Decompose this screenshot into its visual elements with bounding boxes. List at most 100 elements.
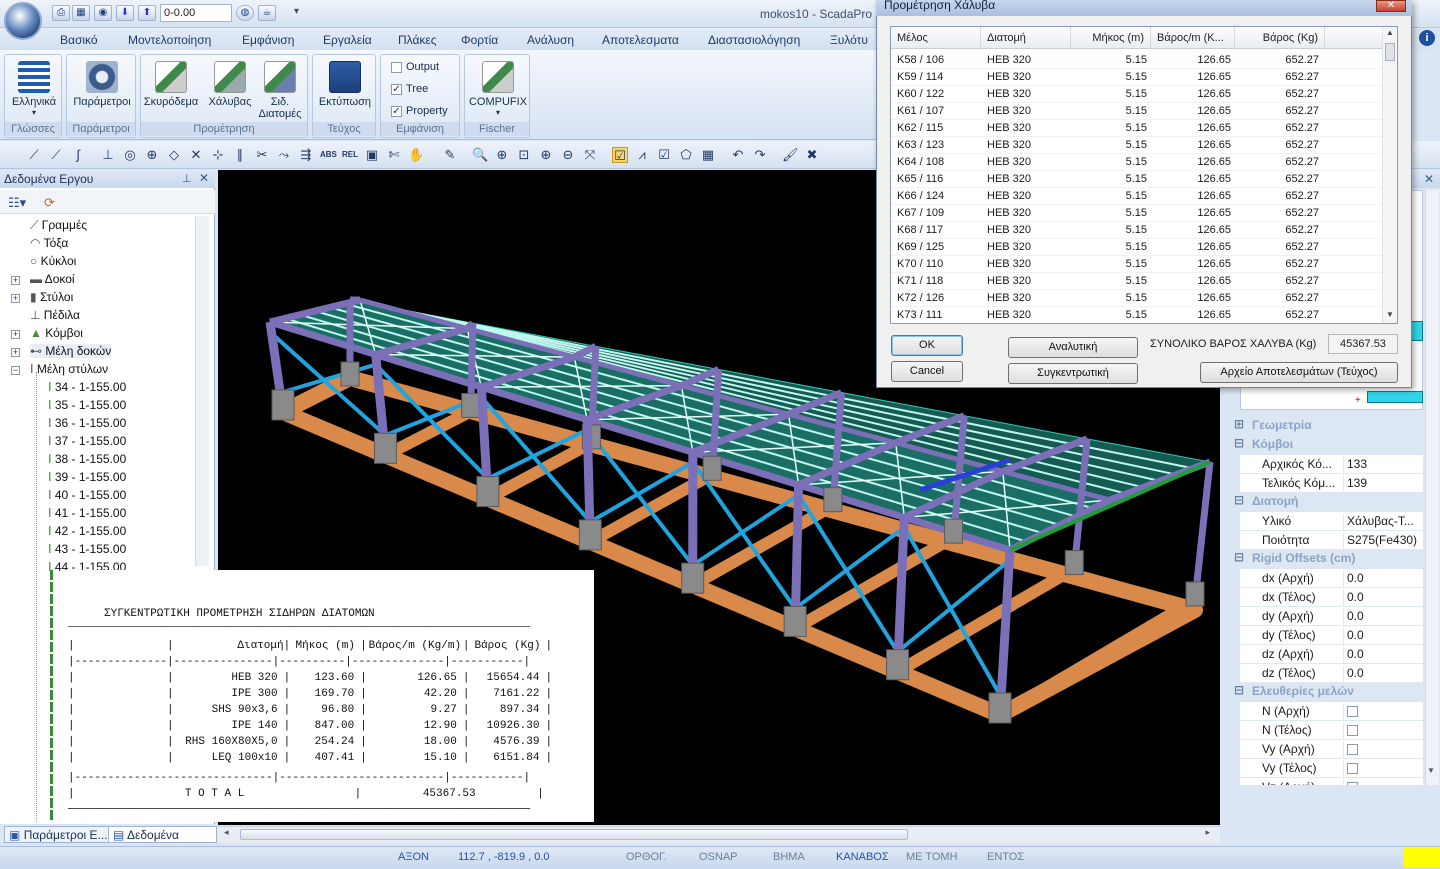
release-checkbox[interactable]	[1343, 704, 1358, 721]
steel-member-row[interactable]: K59 / 114 HEB 320 5.15 126.65 652.27	[891, 69, 1383, 86]
steel-member-row[interactable]: K66 / 124 HEB 320 5.15 126.65 652.27	[891, 188, 1383, 205]
status-axis[interactable]: ΑΞΟΝ	[398, 851, 429, 863]
property-row[interactable]: Αρχικός Κό... 133	[1240, 455, 1423, 474]
release-checkbox[interactable]	[1343, 761, 1358, 778]
steel-members-grid[interactable]: Μέλος Διατομή Μήκος (m) Βάρος/m (K... Βά…	[890, 26, 1398, 324]
property-row[interactable]: Υλικό Χάλυβας-Τ...	[1240, 512, 1423, 531]
release-check-state[interactable]	[1347, 782, 1358, 785]
status-step[interactable]: ΒΗΜΑ	[773, 851, 805, 863]
steel-member-row[interactable]: K73 / 111 HEB 320 5.15 126.65 652.27	[891, 307, 1383, 323]
release-check-state[interactable]	[1347, 744, 1358, 755]
steel-member-row[interactable]: K71 / 118 HEB 320 5.15 126.65 652.27	[891, 273, 1383, 290]
analytic-button[interactable]: Αναλυτική	[1008, 337, 1138, 358]
cell-section: HEB 320	[987, 292, 1032, 304]
category-toggle-icon[interactable]: ⊟	[1234, 550, 1244, 564]
steel-member-row[interactable]: K72 / 126 HEB 320 5.15 126.65 652.27	[891, 290, 1383, 307]
tab-project-data[interactable]: ▤ Δεδομένα Εργ...	[108, 826, 217, 858]
tab-project-parameters[interactable]: ▣ Παράμετροι Ε...	[4, 826, 113, 843]
steel-member-row[interactable]: K58 / 106 HEB 320 5.15 126.65 652.27	[891, 52, 1383, 69]
cancel-button[interactable]: Cancel	[891, 361, 963, 382]
release-row[interactable]: N (Αρχή)	[1240, 702, 1423, 721]
column-member[interactable]: Μέλος	[891, 27, 981, 49]
property-value[interactable]: 0.0	[1343, 590, 1364, 607]
scroll-thumb[interactable]	[240, 829, 908, 840]
property-row[interactable]: Τελικός Κόμ... 139	[1240, 474, 1423, 493]
steel-member-row[interactable]: K61 / 107 HEB 320 5.15 126.65 652.27	[891, 103, 1383, 120]
release-row[interactable]: Vy (Τέλος)	[1240, 759, 1423, 778]
steel-member-row[interactable]: K67 / 109 HEB 320 5.15 126.65 652.27	[891, 205, 1383, 222]
property-category[interactable]: ⊟ Rigid Offsets (cm)	[1234, 550, 1423, 568]
status-grid[interactable]: ΚΑΝΑΒΟΣ	[836, 851, 889, 863]
release-check-state[interactable]	[1347, 725, 1358, 736]
release-row[interactable]: Vy (Αρχή)	[1240, 740, 1423, 759]
steel-member-row[interactable]: K70 / 110 HEB 320 5.15 126.65 652.27	[891, 256, 1383, 273]
property-row[interactable]: dy (Αρχή) 0.0	[1240, 607, 1423, 626]
property-value[interactable]: 0.0	[1343, 647, 1364, 664]
column-weight[interactable]: Βάρος (Kg)	[1235, 27, 1325, 49]
steel-member-row[interactable]: K68 / 117 HEB 320 5.15 126.65 652.27	[891, 222, 1383, 239]
property-row[interactable]: dz (Τέλος) 0.0	[1240, 664, 1423, 683]
cell-member: K65 / 116	[897, 173, 944, 185]
release-check-state[interactable]	[1347, 763, 1358, 774]
scroll-left-icon[interactable]: ◂	[224, 827, 229, 838]
cell-member: K72 / 126	[897, 292, 945, 304]
property-row[interactable]: dx (Τέλος) 0.0	[1240, 588, 1423, 607]
release-checkbox[interactable]	[1343, 723, 1358, 740]
status-inside[interactable]: ΕΝΤΟΣ	[987, 851, 1024, 863]
property-value[interactable]: 0.0	[1343, 666, 1364, 683]
release-key: Vy (Τέλος)	[1262, 761, 1317, 775]
steel-member-row[interactable]: K69 / 125 HEB 320 5.15 126.65 652.27	[891, 239, 1383, 256]
cell-length: 5.15	[1125, 156, 1147, 168]
release-checkbox[interactable]	[1343, 742, 1358, 759]
steel-member-row[interactable]: K64 / 108 HEB 320 5.15 126.65 652.27	[891, 154, 1383, 171]
steel-member-row[interactable]: K63 / 123 HEB 320 5.15 126.65 652.27	[891, 137, 1383, 154]
release-row[interactable]: Vz (Αρχή)	[1240, 778, 1423, 785]
column-length[interactable]: Μήκος (m)	[1071, 27, 1151, 49]
property-row[interactable]: dy (Τέλος) 0.0	[1240, 626, 1423, 645]
property-row[interactable]: Ποιότητα S275(Fe430)	[1240, 531, 1423, 550]
property-category[interactable]: ⊟ Διατομή	[1234, 493, 1423, 511]
export-report-button[interactable]: Αρχείο Αποτελεσμάτων (Τεύχος)	[1200, 362, 1398, 383]
steel-member-row[interactable]: K65 / 116 HEB 320 5.15 126.65 652.27	[891, 171, 1383, 188]
category-toggle-icon[interactable]: ⊟	[1234, 436, 1244, 450]
property-value[interactable]: 0.0	[1343, 609, 1364, 626]
property-value[interactable]: 0.0	[1343, 628, 1364, 645]
grid-scroll-up-icon[interactable]: ▲	[1386, 28, 1394, 37]
dialog-close-button[interactable]: ✕	[1376, 0, 1406, 12]
column-section[interactable]: Διατομή	[981, 27, 1071, 49]
property-value[interactable]: 139	[1343, 476, 1367, 493]
release-check-state[interactable]	[1347, 706, 1358, 717]
steel-member-row[interactable]: K62 / 115 HEB 320 5.15 126.65 652.27	[891, 120, 1383, 137]
property-category[interactable]: ⊞ Γεωμετρία	[1234, 417, 1423, 435]
status-intersect[interactable]: ΜΕ ΤΟΜΗ	[906, 851, 958, 863]
grid-scroll-thumb[interactable]	[1385, 43, 1395, 61]
status-osnap[interactable]: OSNAP	[699, 851, 738, 863]
category-toggle-icon[interactable]: ⊞	[1234, 417, 1244, 431]
property-value[interactable]: Χάλυβας-Τ...	[1343, 514, 1414, 531]
property-value[interactable]: 0.0	[1343, 571, 1364, 588]
release-checkbox[interactable]	[1343, 780, 1358, 785]
release-row[interactable]: N (Τέλος)	[1240, 721, 1423, 740]
category-toggle-icon[interactable]: ⊟	[1234, 493, 1244, 507]
property-row[interactable]: dz (Αρχή) 0.0	[1240, 645, 1423, 664]
column-weight-per-m[interactable]: Βάρος/m (K...	[1151, 27, 1235, 49]
summary-button[interactable]: Συγκεντρωτική	[1008, 363, 1138, 384]
property-category[interactable]: ⊟ Κόμβοι	[1234, 436, 1423, 454]
property-value[interactable]: 133	[1343, 457, 1367, 474]
status-ortho[interactable]: ΟΡΘΟΓ.	[626, 851, 667, 863]
viewport-horizontal-scrollbar[interactable]: ◂ ▸	[218, 826, 1220, 843]
cell-section: HEB 320	[987, 139, 1032, 151]
property-category[interactable]: ⊟ Ελευθερίες μελών	[1234, 683, 1423, 701]
ok-button[interactable]: OK	[891, 335, 963, 356]
grid-scrollbar[interactable]: ▲ ▼	[1382, 27, 1397, 323]
category-toggle-icon[interactable]: ⊟	[1234, 683, 1244, 697]
release-key: Vz (Αρχή)	[1262, 780, 1315, 785]
property-key: dx (Τέλος)	[1262, 590, 1316, 604]
grid-scroll-down-icon[interactable]: ▼	[1386, 310, 1394, 319]
cell-weight: 652.27	[1285, 190, 1319, 202]
scroll-right-icon[interactable]: ▸	[1205, 827, 1210, 838]
steel-member-row[interactable]: K60 / 122 HEB 320 5.15 126.65 652.27	[891, 86, 1383, 103]
property-row[interactable]: dx (Αρχή) 0.0	[1240, 569, 1423, 588]
property-value[interactable]: S275(Fe430)	[1343, 533, 1417, 550]
application-menu-button[interactable]	[4, 2, 42, 40]
